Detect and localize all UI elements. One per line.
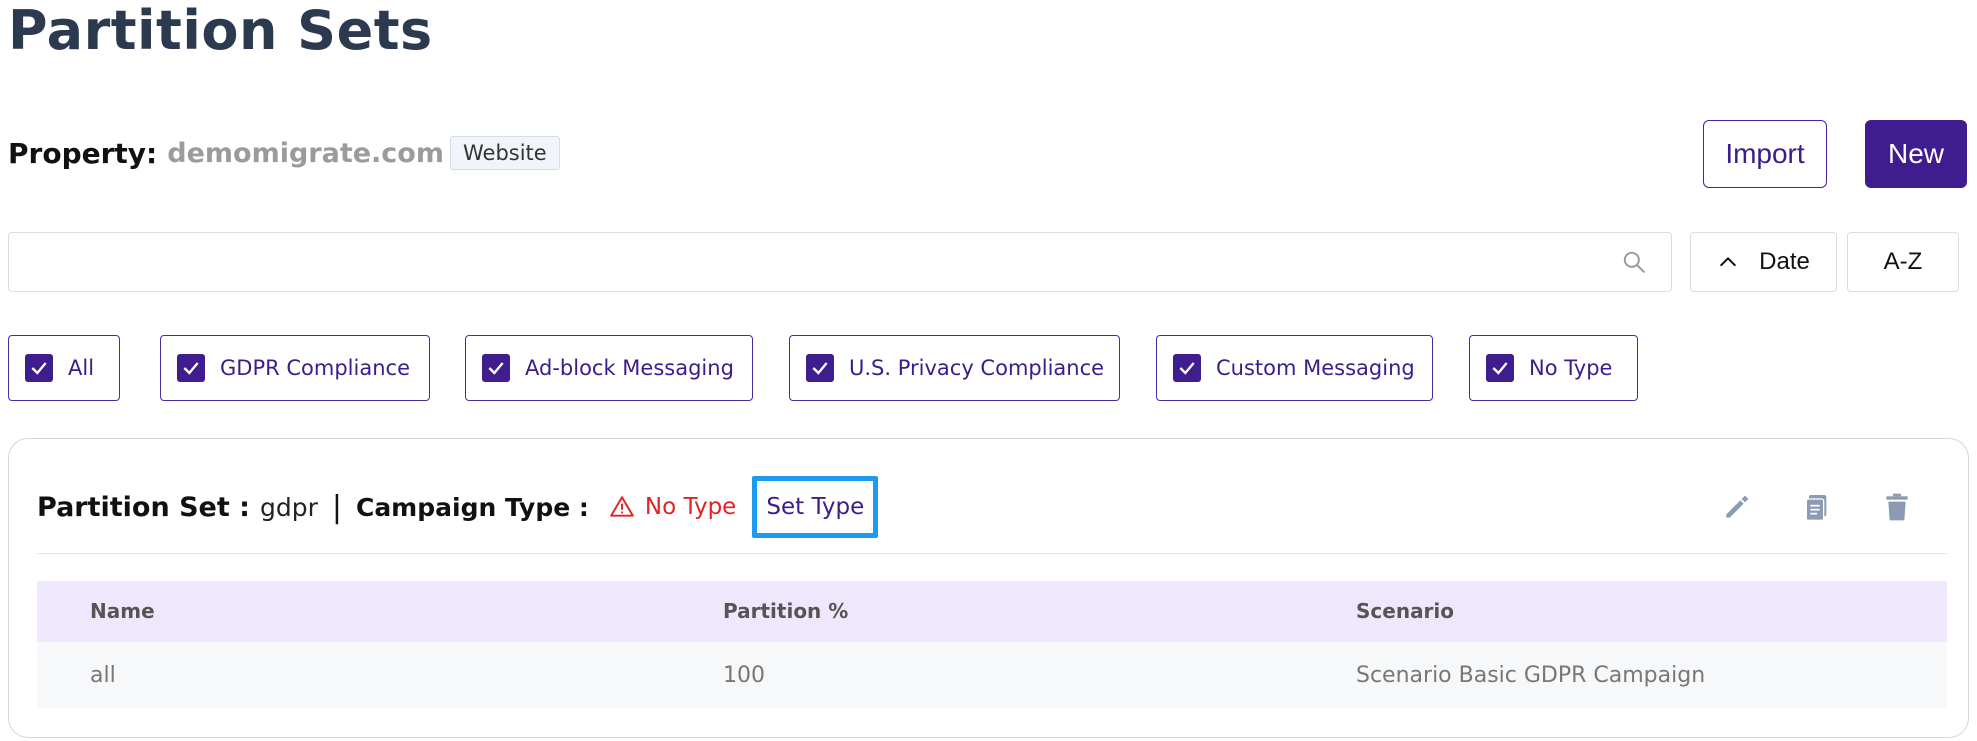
card-header: Partition Set : gdpr | Campaign Type : N… bbox=[37, 476, 879, 538]
partitions-table: Name Partition % Scenario all 100 Scenar… bbox=[37, 581, 1947, 708]
column-header-name: Name bbox=[90, 599, 155, 623]
filter-label: Ad-block Messaging bbox=[525, 356, 734, 380]
check-icon bbox=[183, 362, 199, 375]
search-input[interactable] bbox=[21, 233, 1605, 291]
column-header-scenario: Scenario bbox=[1356, 599, 1455, 623]
trash-icon[interactable] bbox=[1881, 491, 1913, 523]
property-type-badge: Website bbox=[450, 136, 560, 170]
checkbox-checked[interactable] bbox=[1486, 354, 1514, 382]
check-icon bbox=[1179, 362, 1195, 375]
warning-icon bbox=[610, 496, 634, 517]
cell-partition-percent: 100 bbox=[723, 662, 765, 688]
checkbox-checked[interactable] bbox=[482, 354, 510, 382]
search-icon[interactable] bbox=[1621, 249, 1647, 275]
sort-az-button[interactable]: A-Z bbox=[1847, 232, 1959, 292]
filter-label: U.S. Privacy Compliance bbox=[849, 356, 1105, 380]
edit-icon[interactable] bbox=[1721, 491, 1753, 523]
checkbox-checked[interactable] bbox=[806, 354, 834, 382]
property-label: Property: bbox=[8, 136, 158, 170]
chevron-up-icon bbox=[1720, 257, 1737, 267]
check-icon bbox=[812, 362, 828, 375]
new-button-label: New bbox=[1887, 138, 1944, 169]
sort-az-label: A-Z bbox=[1883, 248, 1923, 275]
filter-label: Custom Messaging bbox=[1216, 356, 1415, 380]
filter-label: All bbox=[68, 356, 95, 380]
set-type-label: Set Type bbox=[766, 494, 865, 520]
filter-no-type[interactable]: No Type bbox=[1469, 335, 1638, 401]
column-header-partition: Partition % bbox=[723, 599, 849, 623]
cell-name: all bbox=[90, 662, 116, 688]
check-icon bbox=[1492, 362, 1508, 375]
checkbox-checked[interactable] bbox=[1173, 354, 1201, 382]
header-separator: | bbox=[331, 489, 342, 525]
check-icon bbox=[488, 362, 504, 375]
sort-date-button[interactable]: Date bbox=[1690, 232, 1837, 292]
filter-ad-block-messaging[interactable]: Ad-block Messaging bbox=[465, 335, 753, 401]
campaign-type-value: No Type bbox=[644, 494, 737, 520]
property-value: demomigrate.com bbox=[167, 137, 444, 169]
checkbox-checked[interactable] bbox=[25, 354, 53, 382]
import-button[interactable]: Import bbox=[1703, 120, 1827, 188]
filter-label: GDPR Compliance bbox=[220, 356, 410, 380]
set-type-button[interactable]: Set Type bbox=[752, 476, 879, 538]
cell-scenario: Scenario Basic GDPR Campaign bbox=[1356, 662, 1706, 688]
search-field[interactable] bbox=[8, 232, 1672, 292]
copy-icon[interactable] bbox=[1801, 491, 1833, 523]
filter-all[interactable]: All bbox=[8, 335, 120, 401]
new-button[interactable]: New bbox=[1865, 120, 1967, 188]
checkbox-checked[interactable] bbox=[177, 354, 205, 382]
check-icon bbox=[31, 362, 47, 375]
page-title: Partition Sets bbox=[8, 0, 433, 62]
filter-gdpr-compliance[interactable]: GDPR Compliance bbox=[160, 335, 430, 401]
partition-set-card: Partition Set : gdpr | Campaign Type : N… bbox=[8, 438, 1969, 738]
campaign-type-label: Campaign Type : bbox=[355, 492, 589, 522]
sort-date-label: Date bbox=[1759, 248, 1810, 275]
property-row: Property: demomigrate.com Website bbox=[8, 136, 560, 170]
filter-label: No Type bbox=[1529, 356, 1613, 380]
filter-custom-messaging[interactable]: Custom Messaging bbox=[1156, 335, 1433, 401]
filter-us-privacy-compliance[interactable]: U.S. Privacy Compliance bbox=[789, 335, 1120, 401]
table-header-row: Name Partition % Scenario bbox=[37, 581, 1947, 641]
import-button-label: Import bbox=[1725, 138, 1805, 169]
partition-set-label: Partition Set : bbox=[37, 491, 250, 523]
table-row: all 100 Scenario Basic GDPR Campaign bbox=[37, 641, 1947, 708]
partition-set-name: gdpr bbox=[259, 492, 318, 522]
card-divider bbox=[37, 553, 1947, 554]
